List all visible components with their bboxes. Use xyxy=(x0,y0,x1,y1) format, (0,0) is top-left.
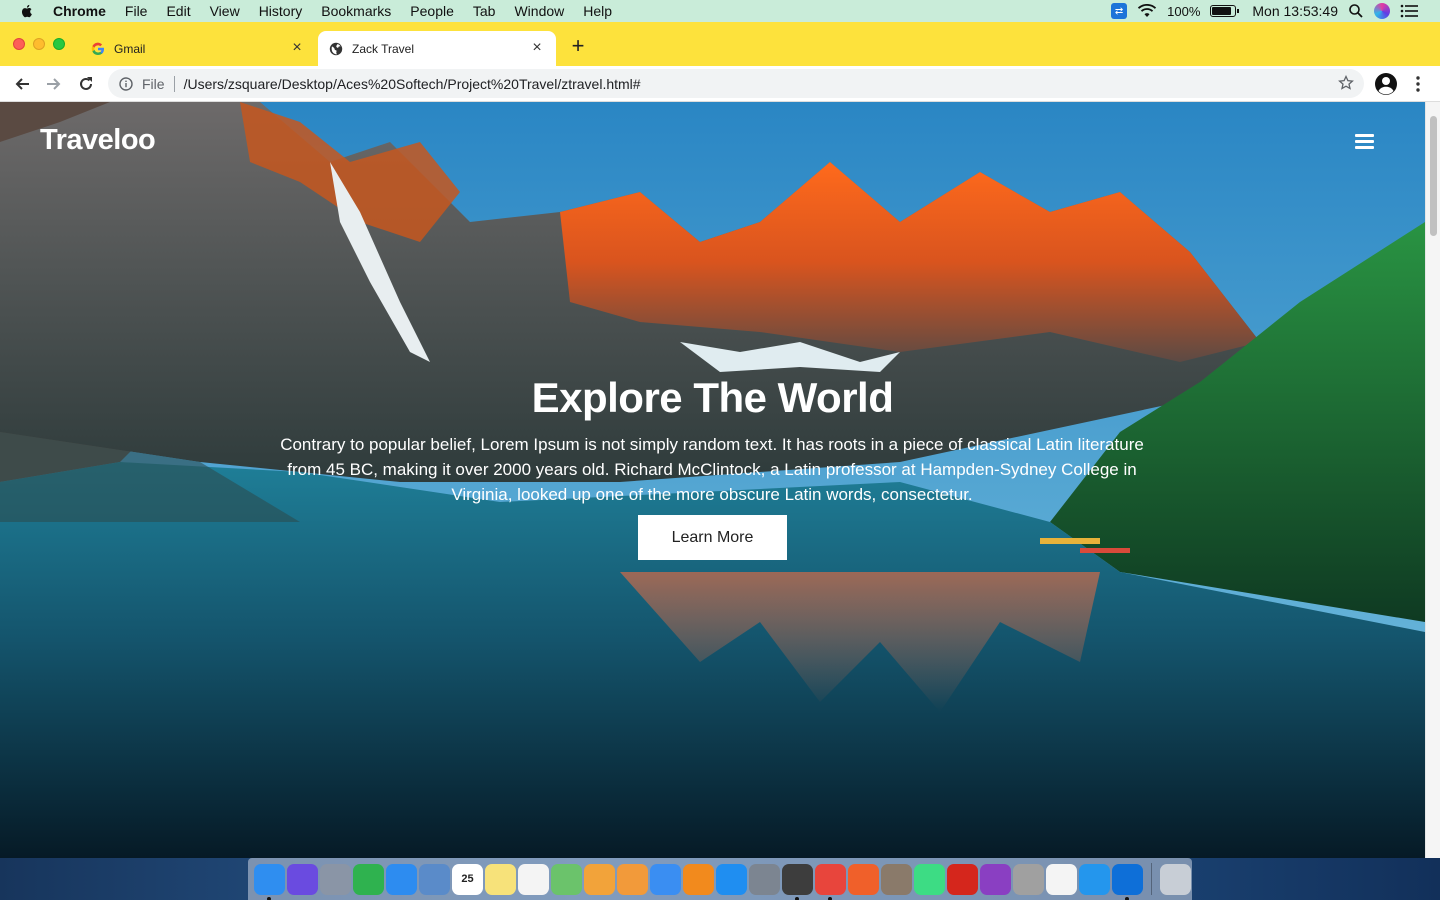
dock-preview-icon[interactable] xyxy=(419,863,450,895)
dock-github-desktop-icon[interactable] xyxy=(980,863,1011,895)
dock-maps-icon[interactable] xyxy=(551,863,582,895)
google-g-icon xyxy=(90,41,106,57)
dock-keynote-icon[interactable] xyxy=(650,863,681,895)
dock-system-preferences-icon[interactable] xyxy=(749,863,780,895)
address-bar[interactable]: File /Users/zsquare/Desktop/Aces%20Softe… xyxy=(108,69,1364,98)
dock-sublime-text-icon[interactable] xyxy=(782,863,813,900)
more-menu-icon[interactable] xyxy=(1412,74,1424,94)
dock-app-store-icon[interactable] xyxy=(716,863,747,895)
back-button[interactable] xyxy=(10,72,34,96)
dock-notes-icon[interactable] xyxy=(485,863,516,895)
spotlight-search-icon[interactable] xyxy=(1348,3,1364,19)
apple-menu-icon[interactable] xyxy=(19,3,35,19)
arrow-right-icon xyxy=(47,78,61,90)
notification-center-icon[interactable] xyxy=(1400,4,1418,18)
running-indicator xyxy=(1125,896,1129,900)
dock-launchpad-icon[interactable] xyxy=(320,863,351,895)
hamburger-menu-icon[interactable] xyxy=(1355,134,1374,150)
menubar-clock[interactable]: Mon 13:53:49 xyxy=(1252,3,1338,19)
dock-textedit-icon[interactable] xyxy=(1046,863,1077,895)
menu-file[interactable]: File xyxy=(125,3,148,19)
forward-button[interactable] xyxy=(42,72,66,96)
globe-icon xyxy=(328,41,344,57)
dock-utilities-icon[interactable] xyxy=(1013,863,1044,895)
tab-title: Gmail xyxy=(114,41,146,56)
siri-icon[interactable] xyxy=(1374,3,1390,19)
menu-bar: Chrome File Edit View History Bookmarks … xyxy=(0,0,1440,22)
menu-edit[interactable]: Edit xyxy=(166,3,190,19)
profile-avatar-icon[interactable] xyxy=(1374,72,1398,96)
wifi-icon[interactable] xyxy=(1137,4,1157,18)
arrow-left-icon xyxy=(15,78,29,90)
dock-archive-icon[interactable] xyxy=(881,863,912,895)
running-indicator xyxy=(828,896,832,900)
dock-chrome-icon[interactable] xyxy=(815,863,846,900)
new-tab-button[interactable]: + xyxy=(568,35,588,57)
scrollbar-thumb[interactable] xyxy=(1430,116,1437,236)
menu-history[interactable]: History xyxy=(259,3,303,19)
url-text[interactable]: /Users/zsquare/Desktop/Aces%20Softech/Pr… xyxy=(184,76,641,92)
site-logo[interactable]: Traveloo xyxy=(40,124,156,157)
minimize-window-button[interactable] xyxy=(33,38,45,50)
dock-calendar-date: 25 xyxy=(461,873,474,885)
reload-icon xyxy=(80,77,92,90)
dock-separator xyxy=(1151,863,1152,895)
tab-title: Zack Travel xyxy=(352,41,415,56)
dock-swift-playgrounds-icon[interactable] xyxy=(848,863,879,895)
menu-people[interactable]: People xyxy=(410,3,454,19)
dock-numbers-icon[interactable] xyxy=(353,863,384,895)
dock-trash-icon[interactable] xyxy=(1160,863,1191,895)
running-indicator xyxy=(267,896,271,900)
close-window-button[interactable] xyxy=(13,38,25,50)
running-indicator xyxy=(795,896,799,900)
page-scrollbar[interactable] xyxy=(1425,102,1440,858)
tab-gmail[interactable]: Gmail × xyxy=(80,31,316,66)
browser-toolbar: File /Users/zsquare/Desktop/Aces%20Softe… xyxy=(0,66,1440,102)
battery-icon[interactable] xyxy=(1210,5,1240,17)
bookmark-star-icon[interactable] xyxy=(1338,75,1354,91)
dock-reminders-icon[interactable] xyxy=(518,863,549,895)
dock-finder-icon[interactable] xyxy=(254,863,285,900)
menu-help[interactable]: Help xyxy=(583,3,612,19)
dock-teamviewer-icon[interactable] xyxy=(1112,863,1143,900)
menu-tab[interactable]: Tab xyxy=(473,3,496,19)
close-tab-icon[interactable]: × xyxy=(530,40,544,56)
dock-calendar-icon[interactable]: 25 xyxy=(452,863,483,895)
dock-siri-icon[interactable] xyxy=(287,863,318,895)
page-viewport: Traveloo Explore The World Contrary to p… xyxy=(0,102,1425,858)
menu-window[interactable]: Window xyxy=(514,3,564,19)
tab-strip: Gmail × Zack Travel × + xyxy=(0,22,1440,66)
menu-view[interactable]: View xyxy=(210,3,240,19)
status-area: ⇄ 100% Mon 13:53:49 xyxy=(1111,0,1418,22)
tab-zack-travel[interactable]: Zack Travel × xyxy=(318,31,556,66)
dock-pages-icon[interactable] xyxy=(617,863,648,895)
url-scheme-label: File xyxy=(142,75,165,92)
hero-description: Contrary to popular belief, Lorem Ipsum … xyxy=(280,435,1144,504)
dock-safari-icon[interactable] xyxy=(386,863,417,895)
dock: 25 xyxy=(248,858,1192,900)
info-icon[interactable] xyxy=(119,76,133,91)
menu-app-name[interactable]: Chrome xyxy=(53,3,106,19)
dock-docker-icon[interactable] xyxy=(1079,863,1110,895)
dock-android-studio-icon[interactable] xyxy=(914,863,945,895)
reload-button[interactable] xyxy=(74,72,98,96)
dock-acrobat-icon[interactable] xyxy=(947,863,978,895)
dock-photos-icon[interactable] xyxy=(584,863,615,895)
battery-percent: 100% xyxy=(1167,3,1201,19)
menu-bookmarks[interactable]: Bookmarks xyxy=(321,3,391,19)
close-tab-icon[interactable]: × xyxy=(290,40,304,56)
teamviewer-status-icon[interactable]: ⇄ xyxy=(1111,3,1128,19)
zoom-window-button[interactable] xyxy=(53,38,65,50)
url-separator xyxy=(173,75,175,92)
hero-title: Explore The World xyxy=(531,374,894,421)
learn-more-button[interactable]: Learn More xyxy=(638,515,787,560)
dock-books-icon[interactable] xyxy=(683,863,714,895)
